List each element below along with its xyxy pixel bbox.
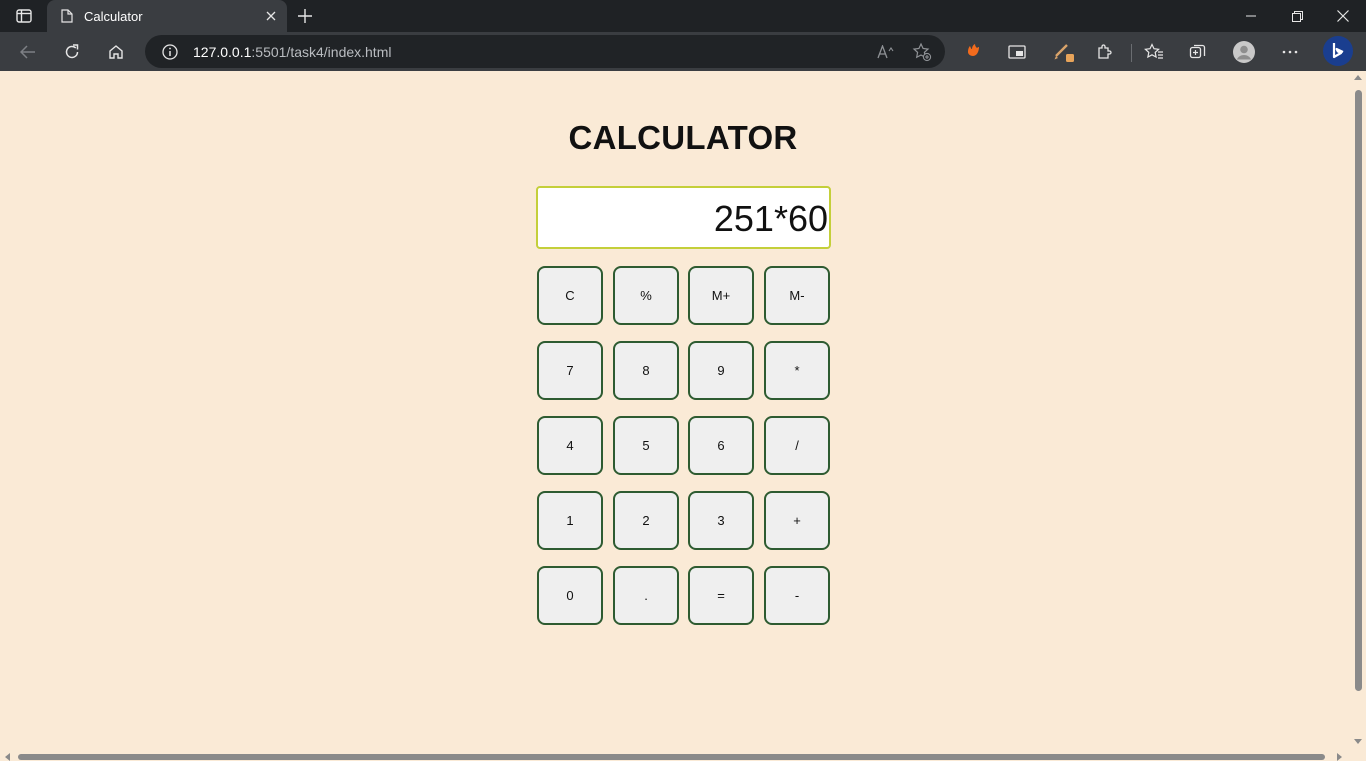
url-text[interactable]: 127.0.0.1:5501/task4/index.html xyxy=(193,44,391,60)
key-digit-8-button[interactable]: 8 xyxy=(613,341,679,400)
horizontal-scrollbar[interactable] xyxy=(0,752,1351,761)
profile-avatar-icon[interactable] xyxy=(1229,37,1259,67)
key-digit-2-button[interactable]: 2 xyxy=(613,491,679,550)
tab-actions-icon[interactable] xyxy=(10,6,38,26)
key-decimal-button[interactable]: . xyxy=(613,566,679,625)
picture-in-picture-icon[interactable] xyxy=(1002,37,1032,67)
minimize-icon[interactable] xyxy=(1228,0,1274,32)
key-memory-subtract-button[interactable]: M- xyxy=(764,266,830,325)
new-tab-icon[interactable] xyxy=(292,4,318,28)
page-content: CALCULATOR 251*60 C% M+ M- 7 8 9 * 4 5 6/ 1 2 3 +0. = - xyxy=(0,71,1351,752)
favorites-icon[interactable] xyxy=(1139,37,1169,67)
restore-icon[interactable] xyxy=(1274,0,1320,32)
horizontal-scroll-thumb[interactable] xyxy=(18,754,1325,760)
key-digit-7-button[interactable]: 7 xyxy=(537,341,603,400)
back-icon[interactable] xyxy=(13,37,43,67)
key-subtract-button[interactable]: - xyxy=(764,566,830,625)
key-percent-button[interactable]: % xyxy=(613,266,679,325)
read-aloud-icon[interactable] xyxy=(875,41,897,63)
extensions-icon[interactable] xyxy=(1090,37,1120,67)
bing-chat-icon[interactable] xyxy=(1322,35,1354,67)
key-digit-0-button[interactable]: 0 xyxy=(537,566,603,625)
key-digit-5-button[interactable]: 5 xyxy=(613,416,679,475)
key-equals-button[interactable]: = xyxy=(688,566,754,625)
active-tab[interactable]: Calculator xyxy=(47,0,287,32)
key-multiply-button[interactable]: * xyxy=(764,341,830,400)
add-favorite-icon[interactable] xyxy=(911,41,933,63)
key-digit-6-button[interactable]: 6 xyxy=(688,416,754,475)
key-digit-4-button[interactable]: 4 xyxy=(537,416,603,475)
close-window-icon[interactable] xyxy=(1320,0,1366,32)
address-bar[interactable]: 127.0.0.1:5501/task4/index.html xyxy=(145,35,945,68)
scroll-left-icon[interactable] xyxy=(5,753,10,761)
site-info-icon[interactable] xyxy=(161,43,179,61)
calculator-title: CALCULATOR xyxy=(568,119,798,156)
home-icon[interactable] xyxy=(101,37,131,67)
collections-icon[interactable] xyxy=(1183,37,1213,67)
scroll-right-icon[interactable] xyxy=(1337,753,1342,761)
vertical-scroll-thumb[interactable] xyxy=(1355,90,1362,691)
key-divide-button[interactable]: / xyxy=(764,416,830,475)
key-digit-9-button[interactable]: 9 xyxy=(688,341,754,400)
page-icon xyxy=(60,9,74,23)
key-memory-add-button[interactable]: M+ xyxy=(688,266,754,325)
scroll-up-icon[interactable] xyxy=(1354,75,1362,80)
more-options-icon[interactable] xyxy=(1275,37,1305,67)
vertical-scrollbar[interactable] xyxy=(1351,71,1366,752)
extension-hand-icon[interactable] xyxy=(958,37,988,67)
key-add-button[interactable]: + xyxy=(764,491,830,550)
key-digit-1-button[interactable]: 1 xyxy=(537,491,603,550)
scroll-down-icon[interactable] xyxy=(1354,739,1362,744)
calculator-display[interactable]: 251*60 xyxy=(536,186,831,249)
key-digit-3-button[interactable]: 3 xyxy=(688,491,754,550)
toolbar-separator xyxy=(1131,44,1132,62)
browser-toolbar: 127.0.0.1:5501/task4/index.html xyxy=(0,32,1366,71)
close-tab-icon[interactable] xyxy=(257,2,285,30)
tab-title: Calculator xyxy=(84,8,143,24)
browser-tab-bar: Calculator xyxy=(0,0,1366,32)
extension-brush-icon[interactable] xyxy=(1049,37,1079,67)
key-clear-button[interactable]: C xyxy=(537,266,603,325)
refresh-icon[interactable] xyxy=(57,37,87,67)
